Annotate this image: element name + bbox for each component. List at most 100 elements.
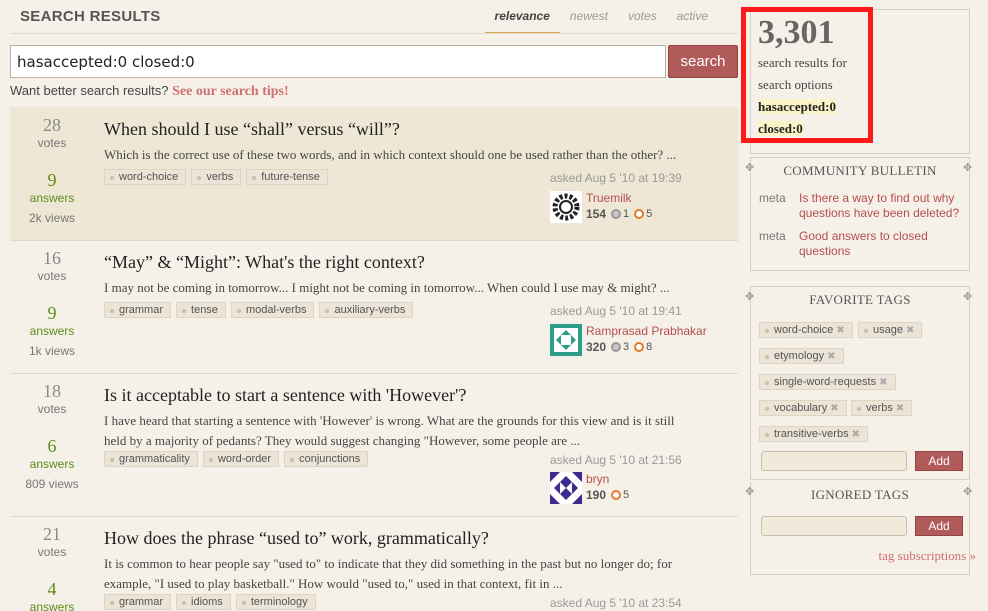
search-tips: Want better search results? See our sear… [10, 83, 289, 100]
user-name[interactable]: bryn [586, 472, 609, 486]
user-card: Ramprasad Prabhakar 320 3 8 [550, 324, 738, 358]
votes-number: 28 [43, 115, 61, 135]
ornament-icon: ✥ [745, 486, 755, 498]
remove-icon[interactable]: ✖ [906, 325, 914, 336]
asked-date: asked Aug 5 '10 at 19:41 [550, 304, 682, 318]
remove-icon[interactable]: ✖ [836, 325, 844, 336]
tab-active[interactable]: active [667, 9, 718, 34]
favorite-tag[interactable]: verbs ✖ [851, 400, 913, 416]
tab-relevance[interactable]: relevance [484, 9, 560, 34]
favorite-tag[interactable]: transitive-verbs ✖ [759, 426, 868, 442]
search-tips-text: Want better search results? [10, 83, 169, 98]
question-title[interactable]: “May” & “Might”: What's the right contex… [104, 252, 425, 273]
question-tags: word-choice verbs future-tense [104, 169, 328, 185]
search-button[interactable]: search [668, 45, 738, 78]
question-excerpt: Which is the correct use of these two wo… [104, 147, 677, 162]
ignored-tag-input[interactable] [761, 516, 907, 536]
question-title[interactable]: How does the phrase “used to” work, gram… [104, 528, 489, 549]
remove-icon[interactable]: ✖ [852, 429, 860, 440]
remove-icon[interactable]: ✖ [827, 351, 835, 362]
tag[interactable]: idioms [176, 594, 231, 610]
tag[interactable]: word-choice [104, 169, 187, 185]
view-count: 1k views [28, 344, 75, 358]
bulletin-link[interactable]: Good answers to closed questions [799, 229, 963, 259]
search-input[interactable] [10, 45, 666, 78]
bulletin-meta: meta [759, 191, 786, 205]
votes-number: 21 [43, 524, 61, 544]
tab-newest[interactable]: newest [560, 9, 618, 34]
bronze-badge-icon [634, 209, 645, 219]
favorite-tag[interactable]: etymology ✖ [759, 348, 844, 364]
add-favorite-button[interactable]: Add [915, 451, 963, 471]
bronze-count: 5 [646, 208, 653, 220]
question-tags: grammaticality word-order conjunctions [104, 451, 369, 467]
avatar[interactable] [550, 472, 582, 504]
silver-count: 1 [623, 208, 630, 220]
favorite-tag[interactable]: usage ✖ [858, 322, 923, 338]
question-tags: grammar idioms terminology [104, 594, 316, 610]
result-description: search results for search options hasacc… [758, 52, 868, 140]
favorite-tag[interactable]: vocabulary ✖ [759, 400, 847, 416]
question-row: 16 votes 9 answers 1k views “May” & “Mig… [10, 240, 738, 373]
reputation-score: 190 [586, 488, 607, 502]
search-option: hasaccepted:0 [758, 99, 836, 114]
bulletin-link[interactable]: Is there a way to find out why questions… [799, 191, 963, 221]
result-text-line: search results for [758, 55, 847, 70]
favorite-tag-input[interactable] [761, 451, 907, 471]
vote-count: 18 votes [10, 381, 94, 417]
search-tips-link[interactable]: See our search tips! [172, 84, 289, 99]
favorite-tag-label: vocabulary [774, 402, 828, 414]
tag[interactable]: word-order [202, 451, 280, 467]
search-option: closed:0 [758, 121, 803, 136]
question-title[interactable]: Is it acceptable to start a sentence wit… [104, 385, 466, 406]
user-name[interactable]: Truemilk [586, 191, 632, 205]
question-title[interactable]: When should I use “shall” versus “will”? [104, 119, 400, 140]
remove-icon[interactable]: ✖ [896, 403, 904, 414]
asked-date: asked Aug 5 '10 at 23:54 [550, 596, 682, 610]
votes-label: votes [37, 545, 67, 559]
remove-icon[interactable]: ✖ [879, 377, 887, 388]
tag[interactable]: tense [176, 302, 226, 318]
bronze-badge-icon [634, 342, 645, 352]
tag[interactable]: grammar [104, 594, 172, 610]
favorite-tag[interactable]: single-word-requests ✖ [759, 374, 896, 390]
tag[interactable]: conjunctions [284, 451, 369, 467]
silver-count: 3 [623, 341, 630, 353]
vote-count: 16 votes [10, 248, 94, 284]
answers-number: 9 [47, 170, 57, 190]
add-ignored-button[interactable]: Add [915, 516, 963, 536]
main-content: SEARCH RESULTS relevance newest votes ac… [0, 0, 738, 611]
tag[interactable]: terminology [235, 594, 316, 610]
community-bulletin: ✥ ✥ COMMUNITY BULLETIN meta Is there a w… [745, 157, 972, 271]
answer-count: 6 answers [10, 436, 94, 472]
user-card: Truemilk 154 1 5 [550, 191, 738, 225]
answers-label: answers [29, 600, 75, 611]
ornament-icon: ✥ [963, 162, 973, 174]
favorite-tag-label: transitive-verbs [774, 428, 849, 440]
tag[interactable]: verbs [191, 169, 242, 185]
tag[interactable]: modal-verbs [230, 302, 315, 318]
avatar[interactable] [550, 191, 582, 223]
votes-number: 16 [43, 248, 61, 268]
tag[interactable]: future-tense [246, 169, 328, 185]
user-name[interactable]: Ramprasad Prabhakar [586, 324, 707, 338]
user-reputation: 320 3 8 [586, 340, 652, 354]
favorite-tag-label: single-word-requests [774, 376, 877, 388]
question-excerpt: I may not be coming in tomorrow... I mig… [104, 280, 670, 295]
ornament-icon: ✥ [745, 162, 755, 174]
answers-number: 6 [47, 436, 57, 456]
tabs-divider [10, 33, 738, 34]
tag-subscriptions-link[interactable]: tag subscriptions » [879, 548, 977, 564]
ignored-tags-title: IGNORED TAGS [810, 487, 909, 502]
tag[interactable]: grammaticality [104, 451, 198, 467]
remove-icon[interactable]: ✖ [830, 403, 838, 414]
sort-tabs: relevance newest votes active [484, 9, 718, 34]
tab-votes[interactable]: votes [618, 9, 667, 34]
ornament-icon: ✥ [745, 291, 755, 303]
answer-count: 9 answers [10, 170, 94, 206]
avatar[interactable] [550, 324, 582, 356]
tag[interactable]: grammar [104, 302, 172, 318]
answer-count: 9 answers [10, 303, 94, 339]
favorite-tag[interactable]: word-choice ✖ [759, 322, 853, 338]
tag[interactable]: auxiliary-verbs [319, 302, 414, 318]
